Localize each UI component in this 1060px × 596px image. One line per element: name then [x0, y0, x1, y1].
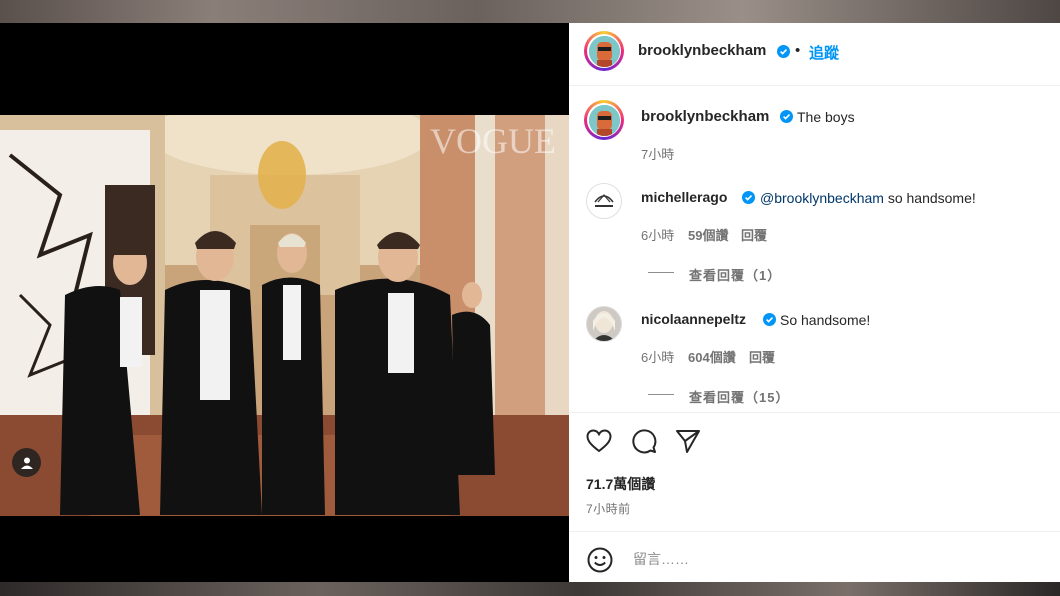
photo-watermark: VOGUE [430, 121, 556, 161]
user-tags-button[interactable] [12, 448, 41, 477]
header-separator: • [795, 42, 801, 59]
commenter-avatar[interactable] [586, 183, 622, 219]
background-frame-bottom [0, 582, 1060, 596]
comment-reply-button[interactable]: 回覆 [749, 347, 775, 366]
nicolaannepeltz-photo-icon [587, 307, 621, 341]
post-media[interactable]: VOGUE [0, 23, 569, 582]
verified-badge-icon [742, 191, 755, 204]
actions-divider [569, 412, 1060, 413]
comment-username[interactable]: nicolaannepeltz [641, 311, 746, 327]
view-replies-button[interactable]: 查看回覆（1） [689, 265, 781, 284]
comment-time[interactable]: 6小時 [641, 225, 674, 244]
comment-time[interactable]: 6小時 [641, 347, 674, 366]
comment-body: so handsome! [883, 190, 976, 206]
comment-body: So handsome! [780, 312, 871, 328]
post-photo[interactable]: VOGUE [0, 115, 569, 516]
header-username[interactable]: brooklynbeckham [638, 42, 766, 59]
verified-badge-icon [777, 45, 790, 58]
comment-text: @brooklynbeckham so handsome! [760, 190, 976, 206]
author-avatar[interactable] [584, 31, 624, 71]
comment-likes[interactable]: 59個讚 [688, 225, 728, 244]
caption-time: 7小時 [641, 147, 675, 162]
replies-divider-line [648, 272, 674, 273]
view-replies-button[interactable]: 查看回覆（15） [689, 387, 789, 406]
post-timestamp[interactable]: 7小時前 [586, 500, 631, 517]
verified-badge-icon [780, 110, 793, 123]
comment-bubble-icon[interactable] [631, 428, 657, 454]
photo-illustration: VOGUE [0, 115, 569, 516]
caption-text: The boys [797, 109, 855, 125]
background-frame-top [0, 0, 1060, 23]
comment-input[interactable] [631, 547, 995, 571]
replies-divider-line [648, 394, 674, 395]
likes-count[interactable]: 71.7萬個讚 [586, 474, 655, 494]
comment-reply-button[interactable]: 回覆 [741, 225, 767, 244]
verified-badge-icon [763, 313, 776, 326]
caption-avatar[interactable] [584, 100, 624, 140]
post-side-panel: brooklynbeckham • 追蹤 brooklynbeckham The… [569, 23, 1060, 582]
comment-mention-link[interactable]: @brooklynbeckham [760, 190, 884, 206]
commenter-avatar[interactable] [586, 306, 622, 342]
post-header: brooklynbeckham • 追蹤 [569, 23, 1060, 86]
follow-button[interactable]: 追蹤 [809, 42, 839, 63]
comment-likes[interactable]: 604個讚 [688, 347, 736, 366]
emoji-icon[interactable] [587, 547, 613, 573]
paper-plane-icon[interactable] [675, 428, 701, 454]
comment-username[interactable]: michellerago [641, 189, 727, 205]
caption-username[interactable]: brooklynbeckham [641, 108, 769, 125]
user-tag-icon [20, 457, 33, 469]
avatar-cartoon [588, 35, 620, 67]
michellerago-logo-icon [587, 184, 621, 218]
avatar-cartoon [588, 104, 620, 136]
heart-icon[interactable] [586, 429, 612, 453]
composer-divider [569, 531, 1060, 532]
